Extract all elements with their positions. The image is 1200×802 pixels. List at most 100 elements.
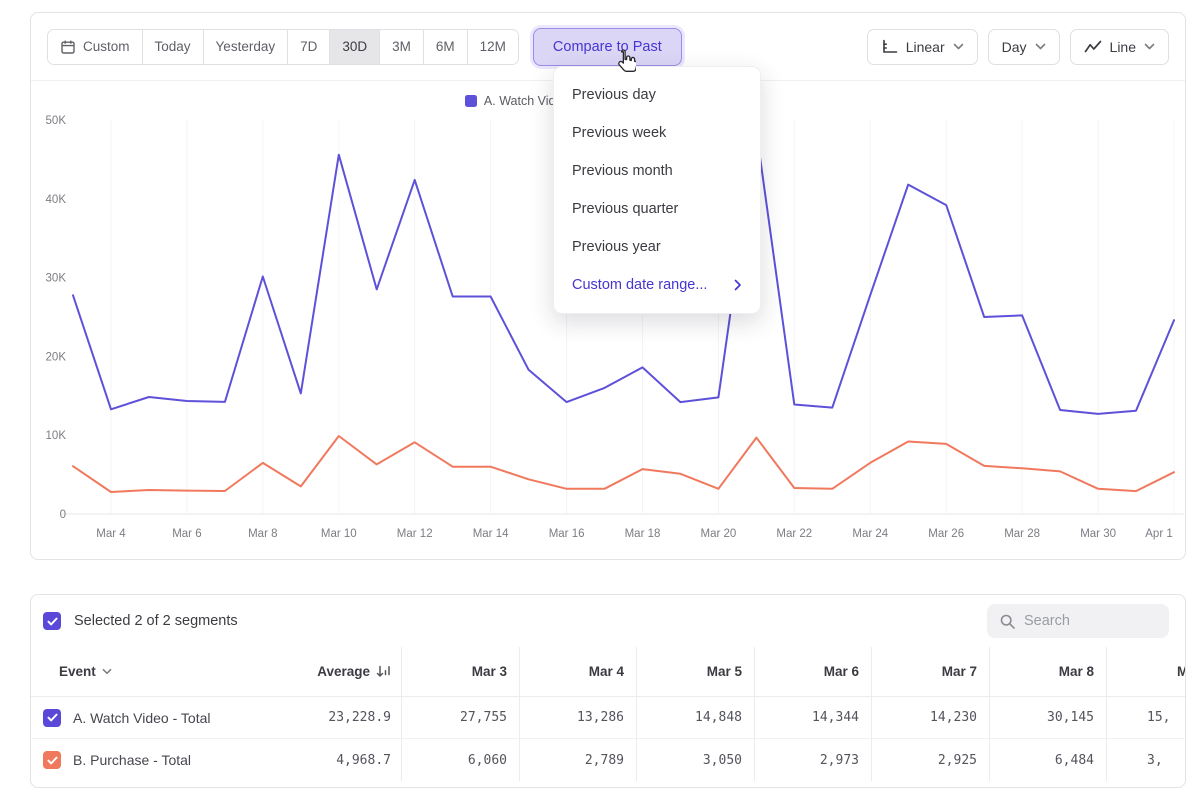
x-tick-label: Mar 14: [473, 528, 509, 540]
column-header-partial[interactable]: M: [1106, 647, 1185, 696]
compare-to-past-menu: Previous dayPrevious weekPrevious monthP…: [553, 66, 761, 314]
segments-selected-label: Selected 2 of 2 segments: [74, 613, 238, 629]
series-line-b-purchase-total[interactable]: [73, 436, 1174, 492]
search-icon: [999, 613, 1016, 630]
cell-value: 30,145: [989, 697, 1106, 738]
axis-scale-icon: [881, 39, 898, 55]
row-checkbox[interactable]: [43, 751, 61, 769]
range-button-label: 30D: [342, 39, 367, 54]
cell-value: 13,286: [519, 697, 636, 738]
segments-header: Selected 2 of 2 segments: [31, 595, 1185, 647]
x-tick-label: Mar 4: [96, 528, 126, 540]
chart-type-dropdown-label: Line: [1110, 39, 1136, 55]
x-tick-label: Apr 1: [1145, 528, 1173, 540]
event-name-cell: B. Purchase - Total: [31, 739, 286, 781]
row-checkbox[interactable]: [43, 709, 61, 727]
table-row-b-purchase-total[interactable]: B. Purchase - Total4,968.76,0602,7893,05…: [31, 739, 1185, 781]
column-header-label: Average: [317, 664, 370, 679]
x-tick-label: Mar 8: [248, 528, 277, 540]
column-header-mar-6[interactable]: Mar 6: [754, 647, 871, 696]
chevron-down-icon: [953, 43, 964, 50]
interval-dropdown-label: Day: [1002, 39, 1027, 55]
cell-value: 27,755: [401, 697, 519, 738]
column-header-label: Event: [59, 664, 96, 679]
x-tick-label: Mar 22: [776, 528, 812, 540]
column-header-label: Mar 4: [589, 664, 624, 679]
column-header-label: M: [1177, 664, 1186, 679]
menu-item-custom-date-range[interactable]: Custom date range...: [554, 266, 760, 304]
column-header-label: Mar 8: [1059, 664, 1094, 679]
select-all-checkbox[interactable]: [43, 612, 61, 630]
table-header-row: Event Average Mar 3 Mar 4 Mar 5 Mar 6 Mar 7 Mar…: [31, 647, 1185, 697]
column-header-average[interactable]: Average: [286, 647, 401, 696]
legend-swatch: [465, 95, 477, 107]
range-button-today[interactable]: Today: [142, 30, 203, 64]
y-tick-label: 20K: [46, 351, 67, 363]
cell-value: 6,484: [989, 739, 1106, 781]
table-body: A. Watch Video - Total 23,228.927,75513,2…: [31, 697, 1185, 781]
column-header-label: Mar 5: [707, 664, 742, 679]
range-button-label: Custom: [83, 39, 130, 54]
y-tick-label: 40K: [46, 194, 67, 206]
column-header-mar-5[interactable]: Mar 5: [636, 647, 754, 696]
column-header-label: Mar 3: [472, 664, 507, 679]
column-header-mar-7[interactable]: Mar 7: [871, 647, 989, 696]
column-header-mar-3[interactable]: Mar 3: [401, 647, 519, 696]
y-tick-label: 10K: [46, 430, 67, 442]
segments-card: Selected 2 of 2 segments Event Average Mar…: [30, 594, 1186, 788]
column-header-label: Mar 6: [824, 664, 859, 679]
x-tick-label: Mar 26: [928, 528, 964, 540]
cell-value: 2,925: [871, 739, 989, 781]
x-tick-label: Mar 24: [852, 528, 888, 540]
cell-value-partial: 3,: [1106, 739, 1185, 781]
x-tick-label: Mar 18: [625, 528, 661, 540]
cell-value: 2,789: [519, 739, 636, 781]
y-tick-label: 0: [60, 509, 66, 521]
cell-value: 14,848: [636, 697, 754, 738]
y-tick-label: 50K: [46, 115, 67, 127]
scale-dropdown-button[interactable]: Linear: [867, 29, 978, 65]
menu-item-previous-month[interactable]: Previous month: [554, 152, 760, 190]
average-value: 23,228.9: [286, 697, 401, 738]
range-button-label: Yesterday: [216, 39, 276, 54]
cell-value: 6,060: [401, 739, 519, 781]
range-button-yesterday[interactable]: Yesterday: [203, 30, 288, 64]
column-header-label: Mar 7: [942, 664, 977, 679]
cell-value: 14,230: [871, 697, 989, 738]
range-button-30d[interactable]: 30D: [329, 30, 379, 64]
cell-value: 14,344: [754, 697, 871, 738]
range-button-6m[interactable]: 6M: [423, 30, 467, 64]
calendar-icon: [60, 39, 76, 55]
menu-item-previous-week[interactable]: Previous week: [554, 114, 760, 152]
cell-value: 3,050: [636, 739, 754, 781]
menu-item-previous-quarter[interactable]: Previous quarter: [554, 190, 760, 228]
event-name-cell: A. Watch Video - Total: [31, 697, 286, 738]
range-button-12m[interactable]: 12M: [467, 30, 518, 64]
menu-item-previous-day[interactable]: Previous day: [554, 76, 760, 114]
range-button-label: 6M: [436, 39, 455, 54]
column-header-mar-8[interactable]: Mar 8: [989, 647, 1106, 696]
table-row-a-watch-video-total[interactable]: A. Watch Video - Total 23,228.927,75513,2…: [31, 697, 1185, 739]
menu-item-previous-year[interactable]: Previous year: [554, 228, 760, 266]
interval-dropdown-button[interactable]: Day: [988, 29, 1060, 65]
search-input[interactable]: [1024, 613, 1157, 629]
range-button-label: 7D: [300, 39, 317, 54]
range-button-label: 12M: [480, 39, 506, 54]
range-button-custom[interactable]: Custom: [48, 30, 142, 64]
chart-controls: Linear Day Line: [867, 29, 1169, 65]
range-button-3m[interactable]: 3M: [379, 30, 423, 64]
chevron-right-icon: [734, 279, 742, 291]
range-button-7d[interactable]: 7D: [287, 30, 329, 64]
column-header-mar-4[interactable]: Mar 4: [519, 647, 636, 696]
compare-to-past-button[interactable]: Compare to Past: [533, 28, 682, 66]
event-name: B. Purchase - Total: [73, 752, 191, 768]
line-chart-icon: [1084, 40, 1102, 53]
chart-type-dropdown-button[interactable]: Line: [1070, 29, 1169, 65]
chevron-down-icon: [1144, 43, 1155, 50]
column-header-event[interactable]: Event: [31, 647, 286, 696]
date-range-group: Custom Today Yesterday 7D 30D 3M 6M 12M: [47, 29, 519, 65]
search-box[interactable]: [987, 604, 1169, 638]
event-name: A. Watch Video - Total: [73, 710, 210, 726]
x-tick-label: Mar 20: [701, 528, 737, 540]
chevron-down-icon: [102, 668, 112, 675]
